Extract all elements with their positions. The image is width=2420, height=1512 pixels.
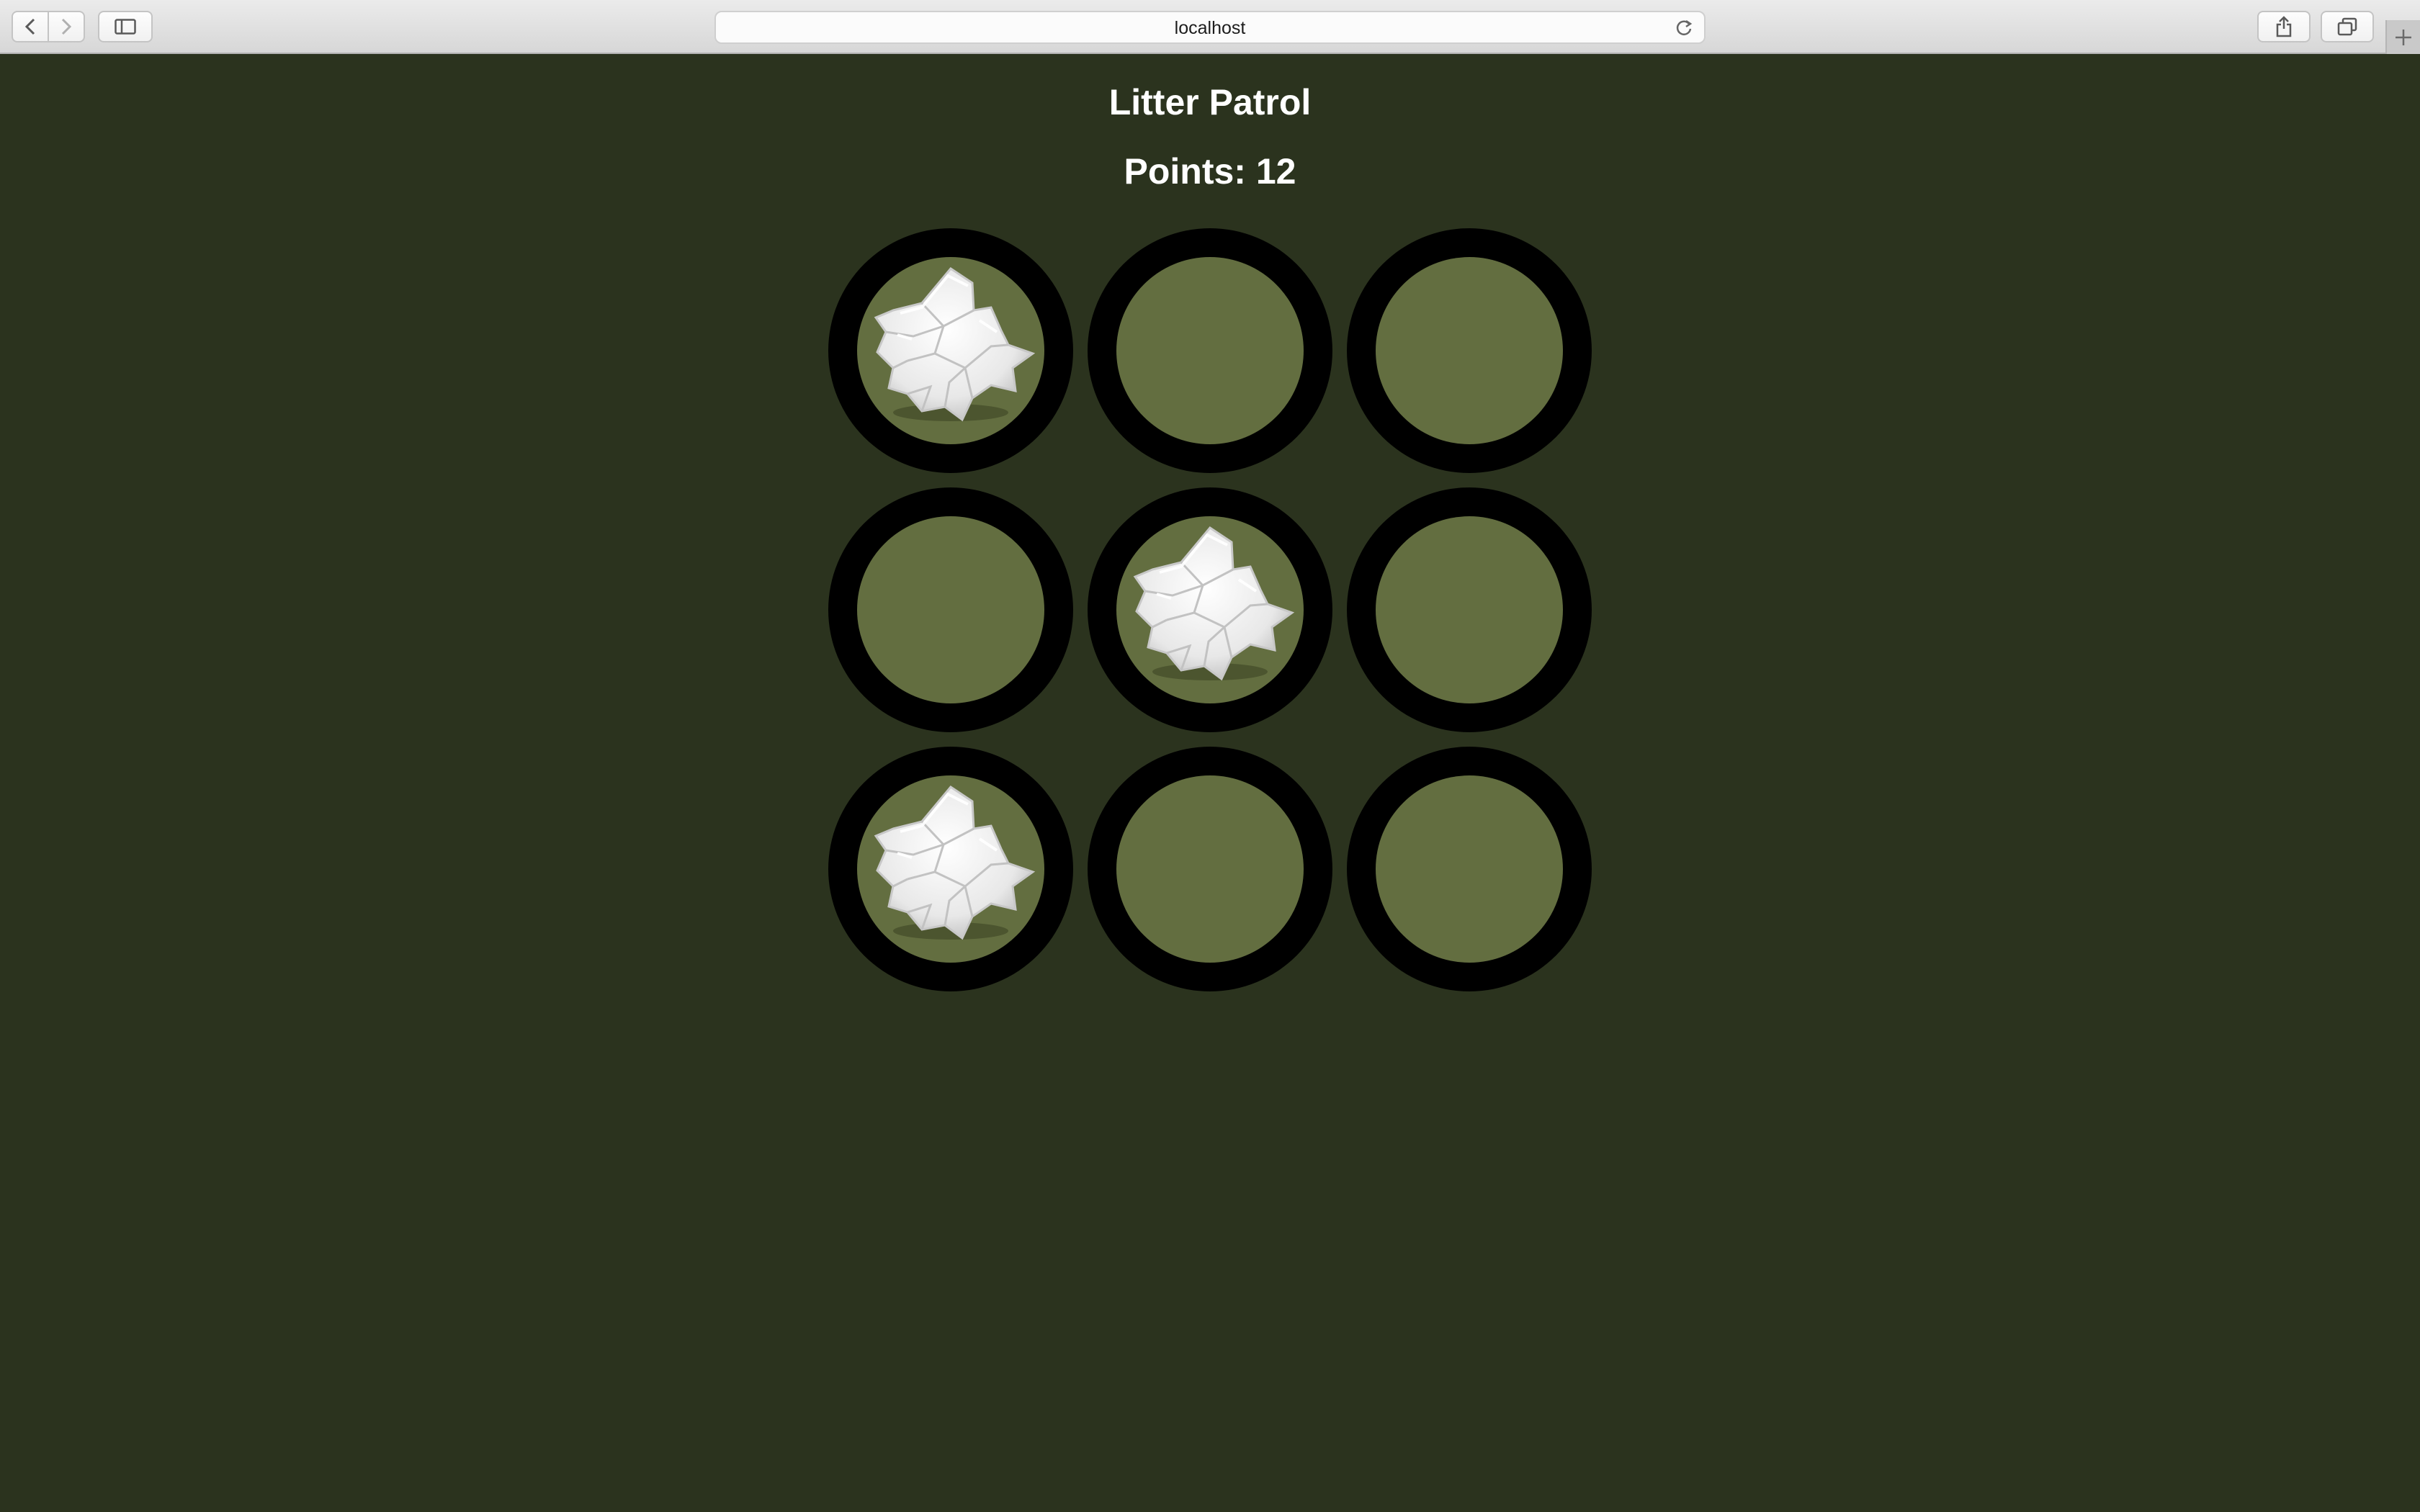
url-text: localhost [1174, 18, 1246, 38]
share-icon [2276, 16, 2292, 37]
hole-inner [1376, 257, 1563, 444]
sidebar-toggle-button[interactable] [98, 11, 153, 42]
hole-6[interactable] [1347, 487, 1592, 732]
plus-icon [2396, 29, 2411, 45]
reload-icon[interactable] [1674, 18, 1694, 38]
hole-1[interactable] [828, 228, 1073, 473]
hole-2[interactable] [1088, 228, 1332, 473]
forward-button[interactable] [48, 11, 85, 42]
hole-7[interactable] [828, 747, 1073, 991]
hole-5[interactable] [1088, 487, 1332, 732]
hole-inner [857, 775, 1044, 963]
hole-inner [1116, 516, 1304, 703]
hole-inner [1376, 775, 1563, 963]
show-tabs-button[interactable] [2321, 11, 2374, 42]
crumpled-paper-icon[interactable] [1124, 519, 1296, 692]
hole-inner [1116, 257, 1304, 444]
hole-4[interactable] [828, 487, 1073, 732]
chevron-left-icon [24, 18, 35, 35]
hole-3[interactable] [1347, 228, 1592, 473]
game-board [828, 228, 1592, 991]
hole-9[interactable] [1347, 747, 1592, 991]
share-button[interactable] [2257, 11, 2311, 42]
sidebar-icon [115, 19, 136, 35]
tabs-icon [2337, 17, 2357, 36]
game-page: Litter Patrol Points: 12 [0, 54, 2420, 1512]
hole-8[interactable] [1088, 747, 1332, 991]
hole-inner [1116, 775, 1304, 963]
hole-inner [857, 257, 1044, 444]
browser-toolbar: localhost [0, 0, 2420, 54]
points-counter: Points: 12 [1124, 151, 1296, 192]
crumpled-paper-icon[interactable] [864, 778, 1037, 951]
new-tab-button[interactable] [2385, 20, 2420, 54]
hole-inner [1376, 516, 1563, 703]
crumpled-paper-icon[interactable] [864, 260, 1037, 433]
hole-inner [857, 516, 1044, 703]
game-title: Litter Patrol [1108, 82, 1312, 122]
address-bar[interactable]: localhost [714, 11, 1706, 44]
back-button[interactable] [12, 11, 49, 42]
chevron-right-icon [61, 18, 72, 35]
